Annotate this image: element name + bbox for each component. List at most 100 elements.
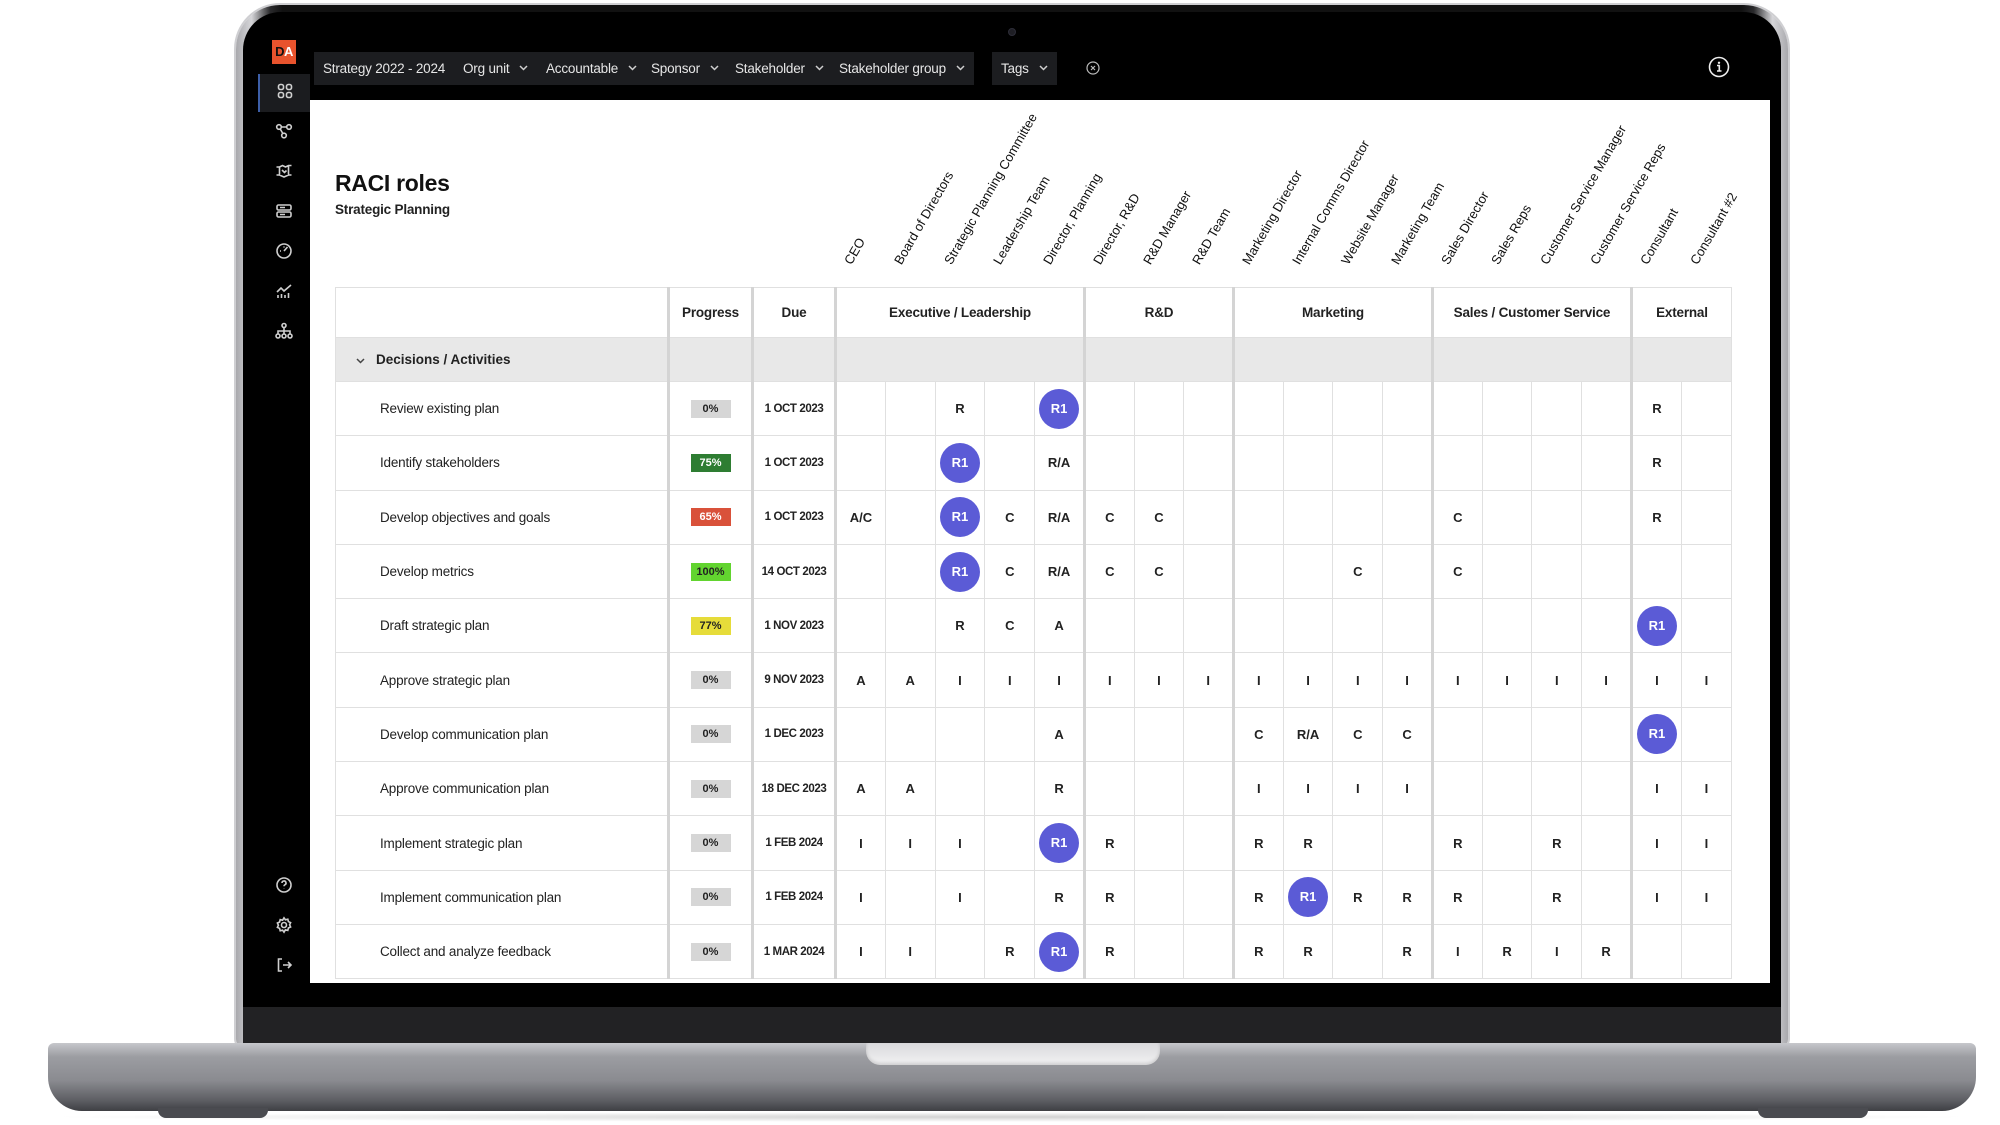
raci-cell[interactable]: R1 [1034, 923, 1085, 980]
raci-cell[interactable]: I [1382, 652, 1433, 708]
table-row[interactable]: Draft strategic plan 77% 1 NOV 2023 R C A R1 [335, 598, 1732, 654]
raci-cell[interactable] [1382, 815, 1433, 871]
raci-cell[interactable] [1481, 435, 1533, 491]
raci-cell[interactable]: I [934, 869, 986, 925]
activity-name[interactable]: Implement strategic plan [335, 815, 669, 871]
raci-cell[interactable] [1082, 380, 1135, 437]
activity-name[interactable]: Review existing plan [335, 380, 669, 437]
raci-cell[interactable] [1332, 598, 1384, 654]
raci-cell[interactable]: I [1629, 815, 1682, 871]
sidebar-item-handshake[interactable] [258, 154, 310, 192]
raci-cell[interactable] [984, 869, 1036, 925]
raci-cell[interactable] [1581, 869, 1632, 925]
raci-cell[interactable] [884, 489, 936, 545]
activity-name[interactable]: Approve communication plan [335, 761, 669, 817]
raci-cell[interactable]: I [1231, 652, 1284, 708]
raci-cell[interactable] [984, 435, 1036, 491]
raci-cell[interactable]: R1 [934, 435, 986, 491]
raci-cell[interactable]: R [984, 923, 1036, 980]
raci-cell[interactable] [1183, 923, 1234, 980]
raci-cell[interactable]: R [934, 380, 986, 437]
raci-cell[interactable] [1531, 489, 1583, 545]
raci-cell[interactable]: R [1282, 815, 1334, 871]
table-row[interactable]: Approve communication plan 0% 18 DEC 2023 A… [335, 761, 1732, 817]
raci-cell[interactable] [1382, 598, 1433, 654]
filter-stakeholder[interactable]: Stakeholder [726, 52, 833, 85]
raci-cell[interactable] [1481, 543, 1533, 600]
raci-cell[interactable] [1183, 761, 1234, 817]
raci-cell[interactable]: C [984, 489, 1036, 545]
raci-cell[interactable]: R [1430, 815, 1483, 871]
raci-cell[interactable] [984, 380, 1036, 437]
raci-cell[interactable]: R [1082, 869, 1135, 925]
raci-cell[interactable] [1531, 380, 1583, 437]
raci-cell[interactable]: I [884, 923, 936, 980]
raci-cell[interactable] [834, 435, 886, 491]
raci-cell[interactable]: R [1034, 761, 1085, 817]
raci-cell[interactable]: R [1531, 869, 1583, 925]
raci-cell[interactable] [1133, 598, 1185, 654]
raci-cell[interactable] [1581, 489, 1632, 545]
raci-cell[interactable]: R1 [1034, 815, 1085, 871]
raci-cell[interactable]: C [1332, 543, 1384, 600]
raci-cell[interactable]: R [1082, 815, 1135, 871]
raci-cell[interactable] [1531, 598, 1583, 654]
raci-cell[interactable]: C [1382, 706, 1433, 763]
raci-cell[interactable] [1183, 435, 1234, 491]
raci-cell[interactable]: R [1231, 923, 1284, 980]
raci-cell[interactable] [1082, 598, 1135, 654]
raci-cell[interactable]: R [1629, 489, 1682, 545]
sidebar-item-performance[interactable] [258, 234, 310, 272]
table-row[interactable]: Approve strategic plan 0% 9 NOV 2023 A A I I I I… [335, 652, 1732, 708]
raci-cell[interactable] [1481, 706, 1533, 763]
raci-cell[interactable] [1332, 923, 1384, 980]
raci-cell[interactable]: A/C [834, 489, 886, 545]
raci-cell[interactable] [984, 706, 1036, 763]
raci-cell[interactable] [1231, 435, 1284, 491]
raci-cell[interactable]: I [1430, 652, 1483, 708]
raci-cell[interactable] [1133, 815, 1185, 871]
raci-cell[interactable]: I [1282, 761, 1334, 817]
raci-cell[interactable] [1481, 489, 1533, 545]
raci-cell[interactable] [1430, 435, 1483, 491]
table-row[interactable]: Implement communication plan 0% 1 FEB 2024… [335, 869, 1732, 925]
raci-cell[interactable] [1430, 598, 1483, 654]
raci-cell[interactable] [1332, 380, 1384, 437]
raci-cell[interactable]: R [1082, 923, 1135, 980]
raci-cell[interactable]: C [1332, 706, 1384, 763]
raci-cell[interactable] [1430, 380, 1483, 437]
section-label[interactable]: Decisions / Activities [335, 337, 669, 382]
raci-cell[interactable] [1680, 598, 1732, 654]
raci-cell[interactable] [1581, 435, 1632, 491]
raci-cell[interactable]: I [1629, 761, 1682, 817]
raci-cell[interactable] [1231, 489, 1284, 545]
raci-cell[interactable] [1481, 869, 1533, 925]
raci-cell[interactable] [1629, 543, 1682, 600]
sidebar-item-dashboard[interactable] [258, 74, 310, 112]
raci-cell[interactable]: R [1430, 869, 1483, 925]
raci-cell[interactable]: I [884, 815, 936, 871]
raci-cell[interactable] [1133, 923, 1185, 980]
raci-cell[interactable] [1082, 706, 1135, 763]
raci-cell[interactable]: A [884, 761, 936, 817]
raci-cell[interactable]: R [1629, 435, 1682, 491]
activity-name[interactable]: Implement communication plan [335, 869, 669, 925]
raci-cell[interactable] [1082, 761, 1135, 817]
raci-cell[interactable]: A [1034, 598, 1085, 654]
raci-cell[interactable] [1133, 761, 1185, 817]
raci-cell[interactable]: I [1680, 652, 1732, 708]
sidebar-item-help[interactable] [258, 868, 310, 906]
raci-cell[interactable] [1581, 543, 1632, 600]
raci-cell[interactable]: I [834, 923, 886, 980]
raci-cell[interactable]: R [1629, 380, 1682, 437]
raci-cell[interactable] [1133, 380, 1185, 437]
raci-cell[interactable] [1332, 815, 1384, 871]
raci-cell[interactable] [1481, 815, 1533, 871]
raci-cell[interactable]: C [1430, 489, 1483, 545]
raci-cell[interactable] [1531, 706, 1583, 763]
table-row[interactable]: Implement strategic plan 0% 1 FEB 2024 I I I R… [335, 815, 1732, 871]
raci-cell[interactable]: R1 [1629, 598, 1682, 654]
raci-cell[interactable] [1680, 543, 1732, 600]
raci-cell[interactable] [934, 923, 986, 980]
raci-cell[interactable] [1183, 380, 1234, 437]
